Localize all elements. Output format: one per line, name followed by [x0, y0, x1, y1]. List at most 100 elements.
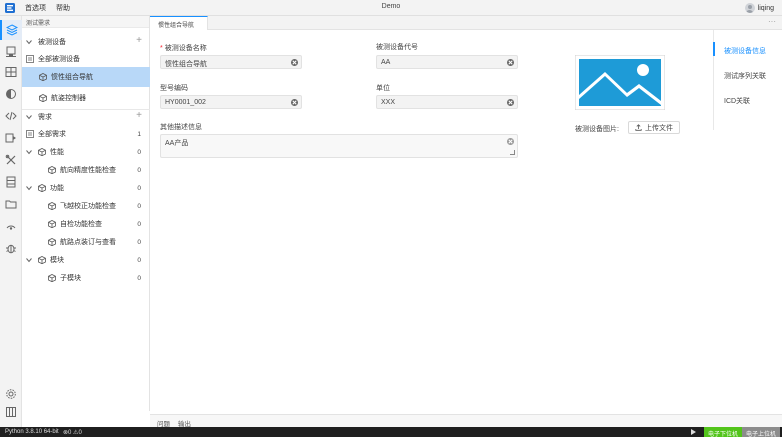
clear-icon[interactable]	[507, 59, 514, 66]
activity-theme[interactable]	[0, 84, 22, 104]
activity-data[interactable]	[0, 172, 22, 192]
anchor-nav: 被测设备信息 测试序列关联 ICD关联	[713, 30, 782, 130]
chevron-down-icon	[26, 40, 32, 45]
tree-item-count: 0	[137, 148, 141, 156]
cube-icon	[48, 220, 56, 228]
list-icon	[26, 130, 34, 138]
clear-icon[interactable]	[291, 99, 298, 106]
gear-icon	[6, 389, 16, 399]
menu-preferences[interactable]: 首选项	[25, 3, 46, 13]
tree-item-label: 模块	[50, 257, 64, 264]
device-name-input[interactable]: 惯性组合导航	[160, 55, 302, 69]
folder-icon	[5, 200, 17, 209]
activity-code[interactable]	[0, 106, 22, 126]
device-image-label: 被测设备图片:	[575, 126, 619, 133]
tab-inertial-nav[interactable]: 惯性组合导航	[150, 16, 208, 30]
sidebar-title: 测试需求	[22, 16, 149, 28]
cube-icon	[48, 274, 56, 282]
requirements-section-header[interactable]: 需求 +	[22, 110, 150, 124]
activity-debug[interactable]	[0, 238, 22, 258]
cube-icon	[48, 202, 56, 210]
user-name: liqing	[757, 4, 774, 12]
lower-machine-button[interactable]: 电子上位机	[742, 427, 781, 437]
add-requirement-button[interactable]: +	[136, 110, 142, 121]
tree-item-self-check[interactable]: 自检功能检查 0	[22, 216, 150, 232]
device-code-input[interactable]: AA	[376, 55, 518, 69]
cube-icon	[48, 166, 56, 174]
upload-icon	[635, 124, 642, 131]
tree-item-module[interactable]: 模块 0	[22, 252, 150, 268]
tree-item-label: 性能	[50, 149, 64, 156]
devices-section-label: 被测设备	[38, 39, 66, 46]
activity-devices[interactable]	[0, 42, 22, 62]
tree-item-heading-accuracy[interactable]: 航向精度性能检查 0	[22, 162, 150, 178]
anchor-icd[interactable]: ICD关联	[724, 96, 750, 106]
tree-item-label: 全部被测设备	[38, 56, 80, 63]
description-label: 其他描述信息	[160, 124, 202, 131]
upload-file-button[interactable]: 上传文件	[628, 121, 680, 134]
tree-item-all-requirements[interactable]: 全部需求 1	[22, 126, 150, 142]
tree-item-waypoint[interactable]: 航路点装订与查看 0	[22, 234, 150, 250]
device-icon	[6, 46, 16, 57]
menu-bar: 首选项 帮助 Demo liqing	[0, 0, 782, 16]
cube-icon	[38, 184, 46, 192]
bug-icon	[6, 244, 16, 254]
tree-item-count: 0	[137, 184, 141, 192]
devices-section-header[interactable]: 被测设备 +	[22, 35, 150, 49]
activity-library[interactable]	[0, 402, 22, 422]
tree-item-performance[interactable]: 性能 0	[22, 144, 150, 160]
tree-item-submodule[interactable]: 子模块 0	[22, 270, 150, 286]
run-icon[interactable]	[691, 429, 696, 435]
user-menu[interactable]: liqing	[744, 2, 774, 14]
unit-label: 单位	[376, 85, 390, 92]
tree-item-count: 0	[137, 220, 141, 228]
python-version[interactable]: Python 3.8.10 64-bit	[5, 429, 59, 435]
cube-icon	[48, 238, 56, 246]
upper-machine-button[interactable]: 电子下位机	[704, 427, 743, 437]
device-code-label: 被测设备代号	[376, 44, 418, 51]
description-textarea[interactable]: AA产品	[160, 134, 518, 158]
resize-handle[interactable]	[510, 150, 515, 155]
more-icon[interactable]: ···	[768, 17, 776, 26]
list-icon	[26, 55, 34, 63]
anchor-device-info[interactable]: 被测设备信息	[724, 46, 766, 56]
tree-item-function[interactable]: 功能 0	[22, 180, 150, 196]
signal-icon	[6, 225, 16, 230]
clear-icon[interactable]	[291, 59, 298, 66]
clear-icon[interactable]	[507, 138, 514, 145]
activity-requirements[interactable]	[0, 20, 22, 40]
tree-item-count: 1	[137, 130, 141, 138]
tree-item-label: 航向精度性能检查	[60, 167, 116, 174]
activity-sequence[interactable]	[0, 62, 22, 82]
tree-item-count: 0	[137, 274, 141, 282]
activity-tools[interactable]	[0, 150, 22, 170]
tree-item-count: 0	[137, 202, 141, 210]
activity-monitor[interactable]	[0, 216, 22, 236]
clear-icon[interactable]	[507, 99, 514, 106]
tree-item-inertial-nav[interactable]: 惯性组合导航	[22, 67, 150, 87]
tree-item-label: 航路点装订与查看	[60, 239, 116, 246]
tree-item-label: 全部需求	[38, 131, 66, 138]
activity-folder[interactable]	[0, 194, 22, 214]
chevron-down-icon	[26, 115, 32, 120]
menu-help[interactable]: 帮助	[56, 3, 70, 13]
code-icon	[5, 111, 17, 121]
anchor-test-sequence[interactable]: 测试序列关联	[724, 71, 766, 81]
tree-item-count: 0	[137, 256, 141, 264]
add-device-button[interactable]: +	[136, 35, 142, 46]
cube-icon	[39, 73, 47, 81]
activity-settings[interactable]	[0, 384, 22, 404]
activity-run[interactable]	[0, 128, 22, 148]
avatar	[744, 3, 755, 13]
problems-indicator[interactable]: ⊗0 ⚠0	[63, 429, 82, 436]
window-title: Demo	[381, 3, 401, 10]
tree-item-all-devices[interactable]: 全部被测设备	[22, 51, 150, 67]
tree-item-flyover-correction[interactable]: 飞越校正功能检查 0	[22, 198, 150, 214]
requirements-sidebar: 测试需求 被测设备 + 全部被测设备 惯性组合导航 航姿控制器 需求 + 全部需…	[22, 16, 150, 411]
anchor-indicator	[713, 42, 715, 56]
tools-icon	[5, 154, 16, 165]
model-code-input[interactable]: HY0001_002	[160, 95, 302, 109]
database-icon	[6, 176, 16, 188]
tree-item-attitude-controller[interactable]: 航姿控制器	[22, 89, 150, 107]
unit-input[interactable]: XXX	[376, 95, 518, 109]
